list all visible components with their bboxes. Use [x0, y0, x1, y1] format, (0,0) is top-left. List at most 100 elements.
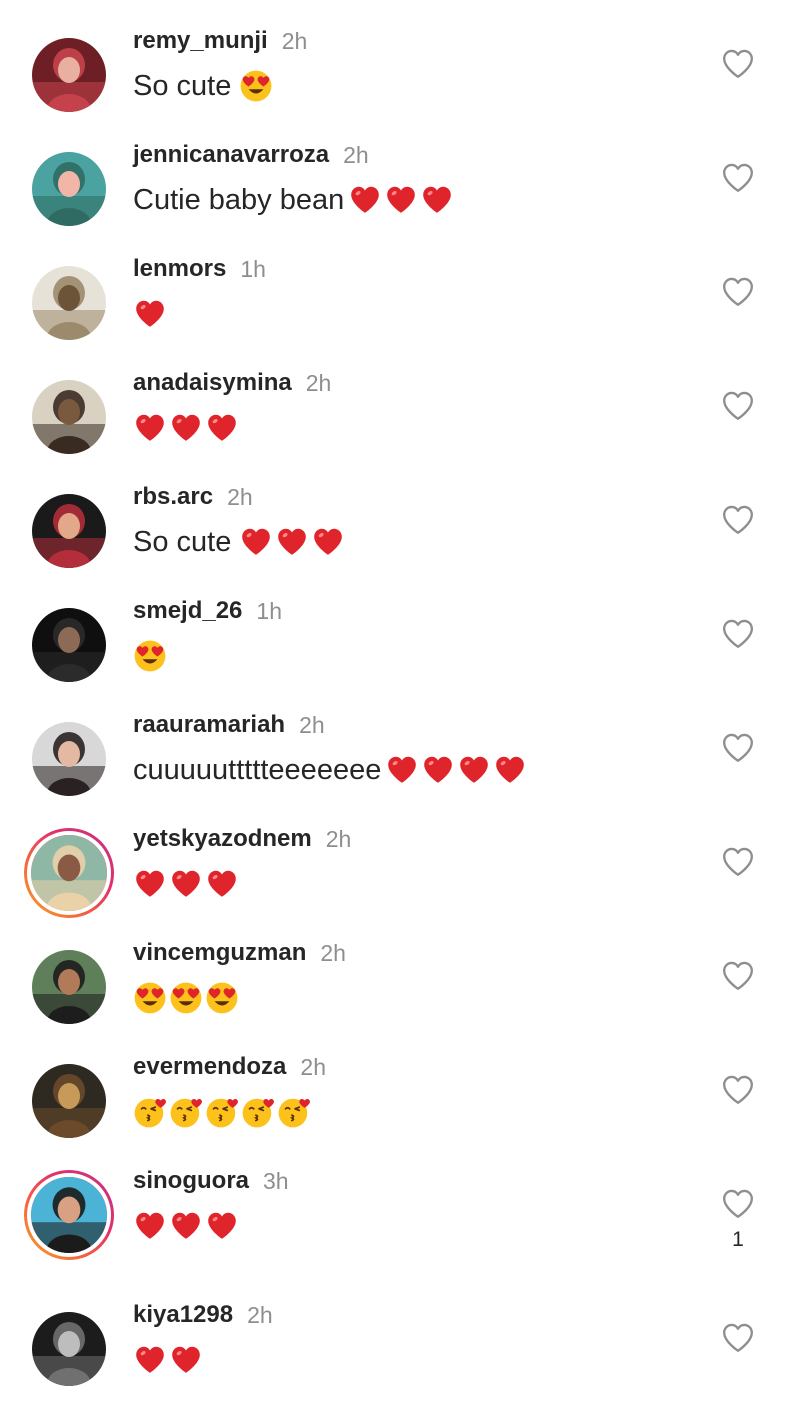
comment-timestamp: 2h: [281, 27, 308, 54]
heart-outline-icon: [723, 505, 753, 534]
heart-outline-icon: [723, 1323, 753, 1352]
heart-outline-icon: [723, 391, 753, 420]
avatar-container[interactable]: [32, 152, 106, 226]
red-heart-emoji: [423, 186, 452, 213]
comment-item: vincemguzman 2h: [0, 912, 800, 1026]
comment-words: Cutie baby bean: [133, 183, 345, 216]
comment-item: smejd_26 1h: [0, 570, 800, 684]
avatar-container[interactable]: [32, 1064, 106, 1138]
comment-item: yetskyazodnem 2h: [0, 798, 800, 918]
comment-meta: vincemguzman 2h: [133, 938, 346, 968]
red-heart-emoji: [172, 1212, 200, 1239]
comment-text: So cute: [133, 522, 347, 562]
username[interactable]: jennicanavarroza: [133, 141, 329, 169]
like-button[interactable]: [718, 502, 758, 538]
avatar[interactable]: [32, 722, 106, 796]
like-count: 1: [732, 1228, 744, 1251]
username[interactable]: yetskyazodnem: [133, 825, 312, 853]
like-button[interactable]: [718, 1320, 758, 1356]
avatar[interactable]: [32, 152, 106, 226]
comment-meta: sinoguora 3h: [133, 1166, 289, 1196]
heart-eyes-emoji: [134, 982, 166, 1014]
username[interactable]: sinoguora: [133, 1167, 249, 1195]
avatar[interactable]: [32, 608, 106, 682]
username[interactable]: anadaisymina: [133, 369, 292, 397]
heart-outline-icon: [723, 163, 753, 192]
like-button[interactable]: [718, 730, 758, 766]
red-heart-emoji: [208, 870, 236, 897]
like-button[interactable]: [718, 388, 758, 424]
emoji-group: [133, 981, 241, 1015]
username[interactable]: vincemguzman: [133, 939, 306, 967]
avatar[interactable]: [32, 38, 106, 112]
username[interactable]: evermendoza: [133, 1053, 286, 1081]
comment-text: Cutie baby bean: [133, 180, 456, 220]
red-heart-emoji: [351, 186, 380, 213]
avatar-container[interactable]: [32, 1312, 106, 1386]
username[interactable]: rbs.arc: [133, 483, 213, 511]
heart-outline-icon: [723, 1075, 753, 1104]
heart-eyes-emoji: [206, 982, 238, 1014]
story-ring[interactable]: [24, 828, 114, 918]
avatar-container[interactable]: [32, 950, 106, 1024]
avatar-container[interactable]: [32, 494, 106, 568]
avatar[interactable]: [32, 1064, 106, 1138]
avatar[interactable]: [32, 494, 106, 568]
comment-item: lenmors 1h: [0, 228, 800, 342]
comment-timestamp: 2h: [325, 825, 352, 852]
like-button[interactable]: [718, 958, 758, 994]
like-button[interactable]: [718, 1186, 758, 1222]
comment-timestamp: 1h: [240, 255, 266, 282]
comment-text: [133, 978, 241, 1018]
comment-timestamp: 2h: [299, 711, 325, 738]
comment-text: [133, 636, 169, 676]
red-heart-emoji: [136, 1212, 164, 1239]
avatar-container[interactable]: [32, 722, 106, 796]
avatar-container[interactable]: [32, 608, 106, 682]
username[interactable]: kiya1298: [133, 1301, 233, 1329]
comment-meta: raauramariah 2h: [133, 710, 325, 740]
red-heart-emoji: [136, 300, 164, 327]
comment-meta: lenmors 1h: [133, 254, 266, 284]
red-heart-emoji: [136, 870, 164, 897]
like-button[interactable]: [718, 616, 758, 652]
red-heart-emoji: [208, 1212, 236, 1239]
avatar[interactable]: [32, 266, 106, 340]
comment-item: evermendoza 2h: [0, 1026, 800, 1140]
heart-outline-icon: [723, 961, 753, 990]
avatar-container[interactable]: [32, 266, 106, 340]
kissing-heart-emoji: [278, 1098, 310, 1128]
like-button[interactable]: [718, 160, 758, 196]
avatar[interactable]: [27, 831, 111, 915]
avatar[interactable]: [32, 380, 106, 454]
like-button[interactable]: [718, 844, 758, 880]
avatar-container[interactable]: [32, 38, 106, 112]
like-button[interactable]: [718, 46, 758, 82]
avatar[interactable]: [32, 1312, 106, 1386]
comment-item: sinoguora 3h 1: [0, 1140, 800, 1260]
comment-timestamp: 2h: [305, 369, 332, 396]
username[interactable]: raauramariah: [133, 711, 285, 739]
comment-words: cuuuuuttttteeeeeee: [133, 753, 382, 786]
red-heart-emoji: [136, 414, 164, 441]
username[interactable]: remy_munji: [133, 27, 268, 55]
story-ring[interactable]: [24, 1170, 114, 1260]
username[interactable]: smejd_26: [133, 597, 242, 625]
like-button[interactable]: [718, 1072, 758, 1108]
comment-timestamp: 2h: [320, 939, 346, 966]
username[interactable]: lenmors: [133, 255, 226, 283]
heart-outline-icon: [723, 619, 753, 648]
comment-text: [133, 408, 241, 448]
kissing-heart-emoji: [206, 1098, 238, 1128]
red-heart-emoji: [172, 414, 200, 441]
emoji-group: [239, 525, 347, 559]
emoji-group: [133, 639, 169, 673]
like-button[interactable]: [718, 274, 758, 310]
avatar[interactable]: [27, 1173, 111, 1257]
avatar-container[interactable]: [32, 380, 106, 454]
red-heart-emoji: [314, 528, 343, 555]
avatar[interactable]: [32, 950, 106, 1024]
comment-timestamp: 2h: [343, 141, 369, 168]
comment-text: [133, 1340, 205, 1380]
emoji-group: [133, 411, 241, 445]
